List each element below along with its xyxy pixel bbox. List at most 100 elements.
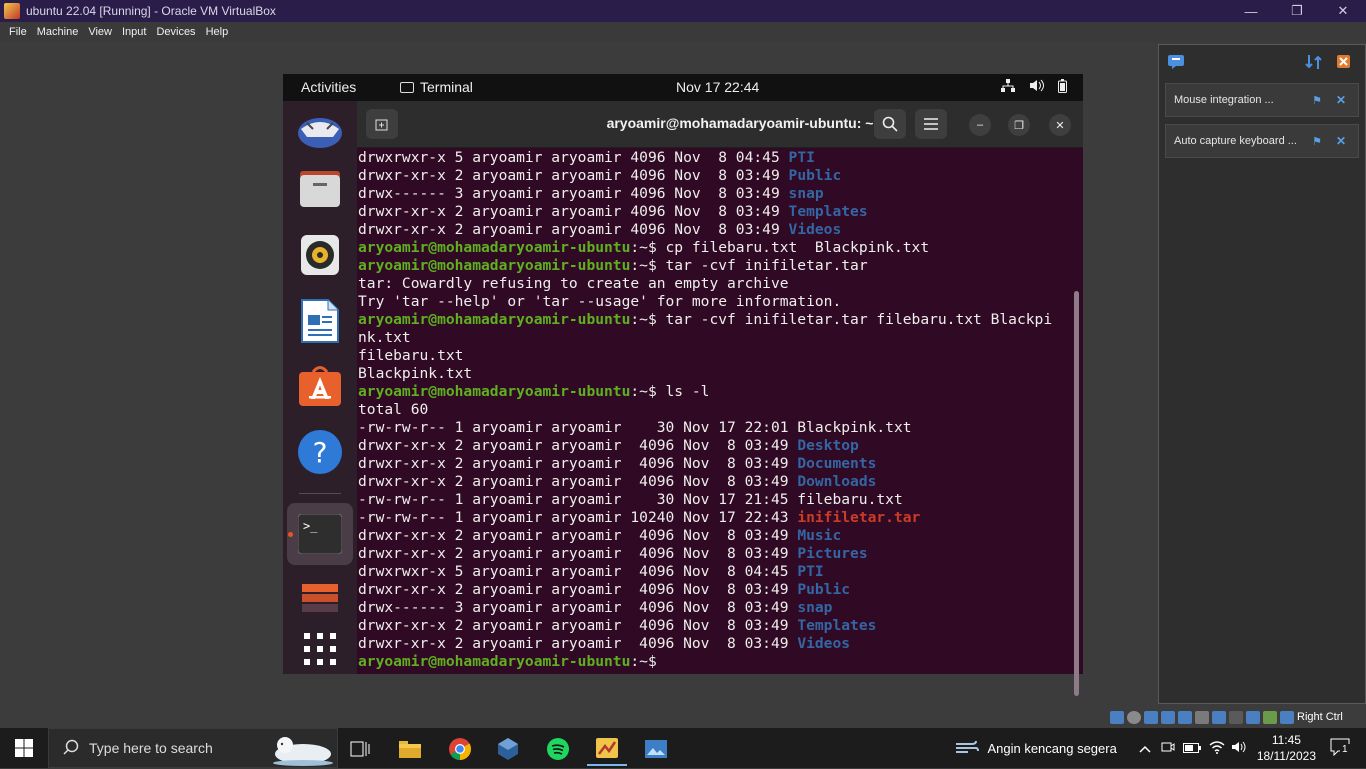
display-icon[interactable] <box>1212 710 1226 724</box>
gnome-top-bar: Activities Terminal Nov 17 22:44 <box>283 74 1083 101</box>
chevron-up-icon[interactable] <box>1139 741 1151 756</box>
menu-button[interactable] <box>915 109 947 139</box>
prompt-command: :~$ tar -cvf inifiletar.tar <box>630 257 868 274</box>
window-minimize-button[interactable]: – <box>969 114 991 136</box>
system-menu[interactable] <box>1001 79 1067 96</box>
terminal-line: filebaru.txt <box>358 347 1083 365</box>
optical-drive-icon[interactable] <box>1127 710 1141 724</box>
wifi-icon[interactable] <box>1209 740 1225 757</box>
weather-wind-icon[interactable] <box>955 739 980 758</box>
menu-file[interactable]: File <box>4 26 32 38</box>
menu-help[interactable]: Help <box>201 26 234 38</box>
vt-x-icon[interactable] <box>1246 710 1260 724</box>
message-icon[interactable] <box>1167 54 1185 70</box>
close-button[interactable]: ✕ <box>1320 0 1366 22</box>
notification-auto-capture[interactable]: Auto capture keyboard ... ⚑ ✕ <box>1165 124 1359 158</box>
virtualbox-vm-window-icon[interactable] <box>587 732 627 766</box>
terminal-line: drwxr-xr-x 2 aryoamir aryoamir 4096 Nov … <box>358 221 1083 239</box>
pin-icon[interactable]: ⚑ <box>1312 94 1322 107</box>
vm-display[interactable]: Activities Terminal Nov 17 22:44 ? >_ ar… <box>283 74 1083 696</box>
battery-icon <box>1058 79 1067 96</box>
scrollbar[interactable] <box>1074 291 1079 696</box>
search-icon <box>63 739 79 758</box>
window-close-button[interactable]: ✕ <box>1049 114 1071 136</box>
pin-icon[interactable]: ⚑ <box>1312 135 1322 148</box>
start-button[interactable] <box>0 728 48 768</box>
sort-icon[interactable] <box>1305 53 1323 71</box>
terminal-line: total 60 <box>358 401 1083 419</box>
speaker-icon[interactable] <box>1231 740 1247 757</box>
taskbar-clock[interactable]: 11:45 18/11/2023 <box>1257 732 1316 764</box>
action-center-icon[interactable]: 1 <box>1330 738 1350 759</box>
terminal-line: drwxr-xr-x 2 aryoamir aryoamir 4096 Nov … <box>358 581 1083 599</box>
chrome-icon[interactable] <box>440 732 480 766</box>
terminal-line: aryoamir@mohamadaryoamir-ubuntu:~$ tar -… <box>358 311 1083 329</box>
clock[interactable]: Nov 17 22:44 <box>676 79 759 95</box>
help-icon[interactable]: ? <box>297 429 343 475</box>
terminal-line: drwxr-xr-x 2 aryoamir aryoamir 4096 Nov … <box>358 473 1083 491</box>
taskbar-search-box[interactable]: Type here to search <box>48 728 338 768</box>
prompt-user-host: aryoamir@mohamadaryoamir-ubuntu <box>358 653 631 670</box>
terminal-line: -rw-rw-r-- 1 aryoamir aryoamir 10240 Nov… <box>358 509 1083 527</box>
meet-now-icon[interactable] <box>1161 740 1175 757</box>
network-adapter-icon[interactable] <box>1161 710 1175 724</box>
minimize-button[interactable]: — <box>1228 0 1274 22</box>
photos-icon[interactable] <box>636 732 676 766</box>
clear-notifications-icon[interactable] <box>1335 53 1353 71</box>
terminal-line: aryoamir@mohamadaryoamir-ubuntu:~$ ls -l <box>358 383 1083 401</box>
prompt-user-host: aryoamir@mohamadaryoamir-ubuntu <box>358 257 631 274</box>
dismiss-icon[interactable]: ✕ <box>1336 134 1346 148</box>
host-key-icon[interactable] <box>1280 710 1294 724</box>
libreoffice-writer-icon[interactable] <box>297 298 343 344</box>
spotify-icon[interactable] <box>538 732 578 766</box>
show-apps-icon[interactable] <box>297 626 343 672</box>
app-menu[interactable]: Terminal <box>400 79 473 95</box>
ubuntu-software-icon[interactable] <box>297 363 343 409</box>
terminal-header-bar: aryoamir@mohamadaryoamir-ubuntu: ~ – ❐ ✕ <box>357 101 1083 148</box>
dismiss-icon[interactable]: ✕ <box>1336 93 1346 107</box>
battery-tray-icon[interactable] <box>1182 741 1201 756</box>
audio-icon[interactable] <box>1144 710 1158 724</box>
terminal-line: drwxr-xr-x 2 aryoamir aryoamir 4096 Nov … <box>358 545 1083 563</box>
output-text: drwx------ 3 aryoamir aryoamir 4096 Nov … <box>358 185 789 202</box>
terminal-app-icon[interactable]: >_ <box>287 503 353 565</box>
menu-devices[interactable]: Devices <box>151 26 200 38</box>
hard-disk-icon[interactable] <box>1110 710 1124 724</box>
terminal-line: Try 'tar --help' or 'tar --usage' for mo… <box>358 293 1083 311</box>
thunderbird-icon[interactable] <box>297 108 343 154</box>
directory-name: snap <box>788 185 824 202</box>
usb-icon[interactable] <box>1178 710 1192 724</box>
svg-text:>_: >_ <box>303 519 318 533</box>
recording-icon[interactable] <box>1229 710 1243 724</box>
prompt-user-host: aryoamir@mohamadaryoamir-ubuntu <box>358 311 631 328</box>
activities-button[interactable]: Activities <box>301 79 356 95</box>
notification-mouse-integration[interactable]: Mouse integration ... ⚑ ✕ <box>1165 83 1359 117</box>
rhythmbox-icon[interactable] <box>297 232 343 278</box>
terminal-line: aryoamir@mohamadaryoamir-ubuntu:~$ cp fi… <box>358 239 1083 257</box>
terminal-line: drwxr-xr-x 2 aryoamir aryoamir 4096 Nov … <box>358 203 1083 221</box>
terminal-output[interactable]: drwxrwxr-x 5 aryoamir aryoamir 4096 Nov … <box>357 149 1083 674</box>
search-button[interactable] <box>874 109 906 139</box>
terminal-line: drwx------ 3 aryoamir aryoamir 4096 Nov … <box>358 599 1083 617</box>
terminal-line: aryoamir@mohamadaryoamir-ubuntu:~$ <box>358 653 1083 671</box>
prompt-command: :~$ tar -cvf inifiletar.tar filebaru.txt… <box>630 311 1053 328</box>
terminal-window[interactable]: aryoamir@mohamadaryoamir-ubuntu: ~ – ❐ ✕… <box>357 101 1083 696</box>
task-view-icon[interactable] <box>340 732 380 766</box>
terminal-line: drwxr-xr-x 2 aryoamir aryoamir 4096 Nov … <box>358 635 1083 653</box>
output-text: drwxr-xr-x 2 aryoamir aryoamir 4096 Nov … <box>358 203 789 220</box>
shared-folders-icon[interactable] <box>1195 710 1209 724</box>
files-icon[interactable] <box>297 166 343 212</box>
file-explorer-icon[interactable] <box>390 732 430 766</box>
mouse-integration-icon[interactable] <box>1263 710 1277 724</box>
menu-input[interactable]: Input <box>117 26 151 38</box>
ubuntu-dock: ? >_ <box>283 101 357 674</box>
menu-view[interactable]: View <box>83 26 117 38</box>
virtualbox-taskbar-icon[interactable] <box>488 732 528 766</box>
show-desktop-icon[interactable] <box>297 575 343 621</box>
output-text: total 60 <box>358 401 429 418</box>
terminal-line: -rw-rw-r-- 1 aryoamir aryoamir 30 Nov 17… <box>358 419 1083 437</box>
menu-machine[interactable]: Machine <box>32 26 84 38</box>
weather-text[interactable]: Angin kencang segera <box>987 741 1116 756</box>
window-maximize-button[interactable]: ❐ <box>1008 114 1030 136</box>
restore-button[interactable]: ❐ <box>1274 0 1320 22</box>
